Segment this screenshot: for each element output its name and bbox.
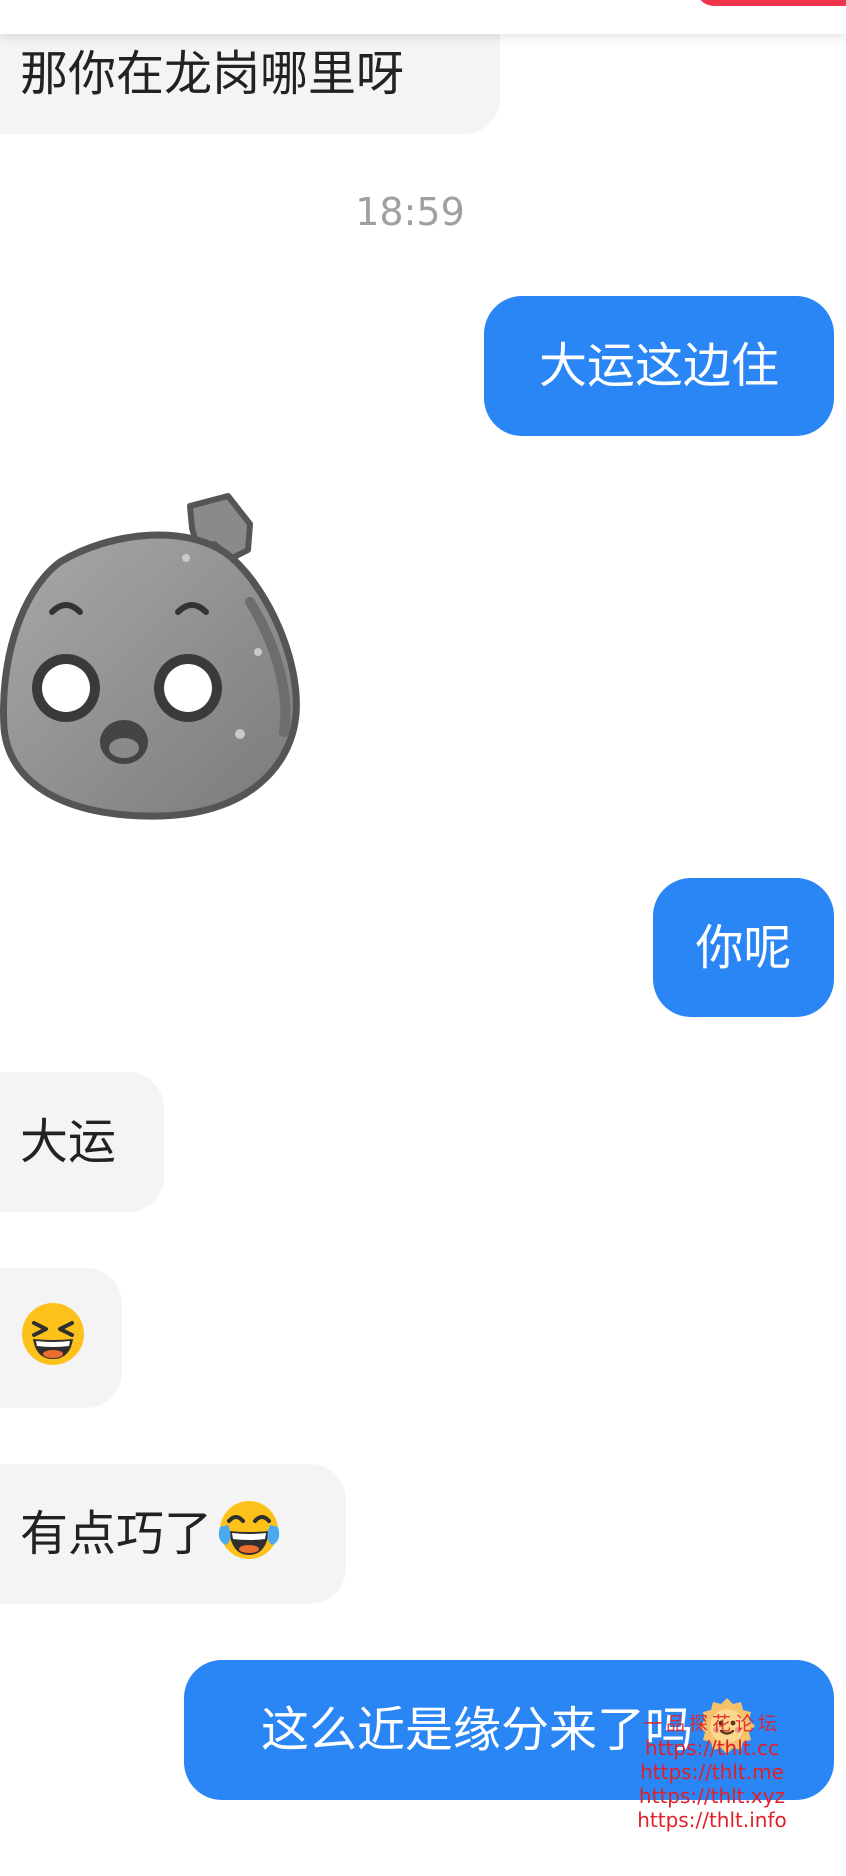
message-bubble-incoming[interactable]: 有点巧了 [0,1464,346,1604]
watermark: 一品探花论坛 https://thlt.cc https://thlt.me h… [612,1712,812,1832]
watermark-url: https://thlt.xyz [638,1784,786,1808]
message-bubble-outgoing[interactable]: 大运这边住 [484,296,834,436]
message-text: 有点巧了 [20,1506,213,1562]
top-accent-bar [696,0,846,6]
message-text: 大运这边住 [538,338,779,394]
top-bar [0,0,846,34]
message-bubble-incoming[interactable]: 大运 [0,1072,164,1212]
message-bubble-outgoing[interactable]: 你呢 [653,878,834,1017]
watermark-url: https://thlt.me [640,1760,784,1784]
message-text: 那你在龙岗哪里呀 [20,46,405,102]
watermark-url: https://thlt.info [637,1808,787,1832]
surprised-potato-sticker[interactable] [0,492,305,822]
message-text: 大运 [20,1114,117,1170]
watermark-url: https://thlt.cc [645,1736,779,1760]
message-text: 你呢 [695,919,792,976]
grinning-squinting-face-emoji [20,1301,86,1375]
watermark-title: 一品探花论坛 [642,1713,781,1735]
tears-of-joy-emoji [216,1497,282,1571]
message-bubble-incoming[interactable] [0,1268,122,1408]
message-timestamp: 18:59 [355,190,465,234]
